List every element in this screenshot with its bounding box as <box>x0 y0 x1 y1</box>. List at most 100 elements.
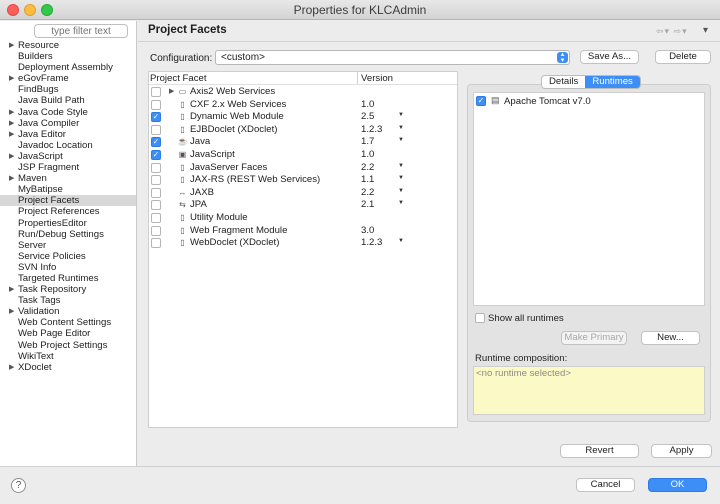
version-dropdown-icon[interactable]: ▼ <box>398 137 404 143</box>
expand-arrow-icon[interactable]: ▶ <box>169 87 174 95</box>
sidebar-item-web-page-editor[interactable]: Web Page Editor <box>0 328 136 339</box>
facet-row[interactable]: ▯ Utility Module <box>149 212 457 225</box>
sidebar-item-server[interactable]: Server <box>0 240 136 251</box>
facet-row[interactable]: ✓ ▯ Dynamic Web Module 2.5 ▼ <box>149 111 457 124</box>
sidebar-item-java-code-style[interactable]: ▶ Java Code Style <box>0 107 136 118</box>
sidebar-item-egovframe[interactable]: ▶ eGovFrame <box>0 73 136 84</box>
facet-checkbox[interactable] <box>151 213 161 223</box>
expand-arrow-icon[interactable]: ▶ <box>9 118 14 129</box>
runtime-name[interactable]: Apache Tomcat v7.0 <box>504 96 591 107</box>
sidebar-item-javascript[interactable]: ▶ JavaScript <box>0 151 136 162</box>
sidebar-item-java-build-path[interactable]: Java Build Path <box>0 95 136 106</box>
facet-checkbox[interactable] <box>151 99 161 110</box>
expand-arrow-icon[interactable]: ▶ <box>9 107 14 118</box>
version-dropdown-icon[interactable]: ▼ <box>398 200 404 206</box>
facet-version[interactable]: 2.2 <box>361 187 374 198</box>
new-runtime-button[interactable]: New... <box>641 331 700 345</box>
revert-button[interactable]: Revert <box>560 444 639 458</box>
expand-arrow-icon[interactable]: ▶ <box>9 284 14 295</box>
version-dropdown-icon[interactable]: ▼ <box>398 112 404 118</box>
facet-checkbox[interactable] <box>151 175 161 186</box>
cancel-button[interactable]: Cancel <box>576 478 635 492</box>
sidebar-item-project-references[interactable]: Project References <box>0 206 136 217</box>
sidebar-item-run-debug-settings[interactable]: Run/Debug Settings <box>0 229 136 240</box>
version-dropdown-icon[interactable]: ▼ <box>398 125 404 131</box>
sidebar-item-resource[interactable]: ▶ Resource <box>0 40 136 51</box>
facet-row[interactable]: ▯ CXF 2.x Web Services 1.0 <box>149 99 457 112</box>
runtime-checkbox[interactable]: ✓ <box>476 96 486 106</box>
facet-checkbox[interactable] <box>151 124 161 135</box>
facet-row[interactable]: ⇆ JPA 2.1 ▼ <box>149 199 457 212</box>
facet-version[interactable]: 1.7 <box>361 136 374 147</box>
facet-checkbox[interactable] <box>151 87 161 97</box>
sidebar-item-svn-info[interactable]: SVN Info <box>0 262 136 273</box>
sidebar-item-task-repository[interactable]: ▶ Task Repository <box>0 284 136 295</box>
sidebar-item-jsp-fragment[interactable]: JSP Fragment <box>0 162 136 173</box>
facet-checkbox[interactable]: ✓ <box>151 112 161 123</box>
view-menu-icon[interactable]: ▾ <box>703 25 708 36</box>
sidebar-item-web-content-settings[interactable]: Web Content Settings <box>0 317 136 328</box>
expand-arrow-icon[interactable]: ▶ <box>9 151 14 162</box>
make-primary-button[interactable]: Make Primary <box>561 331 627 345</box>
configuration-select[interactable]: <custom> ▴ ▾ <box>215 50 570 65</box>
version-dropdown-icon[interactable]: ▼ <box>398 175 404 181</box>
delete-button[interactable]: Delete <box>655 50 711 64</box>
expand-arrow-icon[interactable]: ▶ <box>9 306 14 317</box>
facet-row[interactable]: ✓ ▣ JavaScript 1.0 <box>149 149 457 162</box>
expand-arrow-icon[interactable]: ▶ <box>9 129 14 140</box>
sidebar-item-wikitext[interactable]: WikiText <box>0 351 136 362</box>
facet-version[interactable]: 1.2.3 <box>361 237 382 248</box>
facet-row[interactable]: ▯ JAX-RS (REST Web Services) 1.1 ▼ <box>149 174 457 187</box>
sidebar-item-deployment-assembly[interactable]: Deployment Assembly <box>0 62 136 73</box>
facet-checkbox[interactable] <box>151 200 161 211</box>
sidebar-item-java-editor[interactable]: ▶ Java Editor <box>0 129 136 140</box>
facet-checkbox[interactable]: ✓ <box>151 150 161 160</box>
back-arrow-icon[interactable]: ⇦▾ <box>656 26 670 36</box>
sidebar-item-targeted-runtimes[interactable]: Targeted Runtimes <box>0 273 136 284</box>
expand-arrow-icon[interactable]: ▶ <box>9 40 14 51</box>
filter-input[interactable] <box>34 24 128 38</box>
expand-arrow-icon[interactable]: ▶ <box>9 173 14 184</box>
version-dropdown-icon[interactable]: ▼ <box>398 188 404 194</box>
version-dropdown-icon[interactable]: ▼ <box>398 163 404 169</box>
sidebar-item-javadoc-location[interactable]: Javadoc Location <box>0 140 136 151</box>
show-all-runtimes-label[interactable]: Show all runtimes <box>488 313 564 324</box>
sidebar-item-propertieseditor[interactable]: PropertiesEditor <box>0 218 136 229</box>
help-icon[interactable]: ? <box>11 478 26 493</box>
sidebar-item-web-project-settings[interactable]: Web Project Settings <box>0 340 136 351</box>
expand-arrow-icon[interactable]: ▶ <box>9 73 14 84</box>
facet-row[interactable]: ▯ WebDoclet (XDoclet) 1.2.3 ▼ <box>149 237 457 250</box>
facet-row[interactable]: ▯ JavaServer Faces 2.2 ▼ <box>149 162 457 175</box>
sidebar-item-xdoclet[interactable]: ▶ XDoclet <box>0 362 136 373</box>
forward-arrow-icon[interactable]: ⇨▾ <box>674 26 688 36</box>
facet-checkbox[interactable] <box>151 238 161 249</box>
facet-checkbox[interactable] <box>151 225 161 236</box>
column-header-version[interactable]: Version <box>361 73 393 84</box>
sidebar-item-maven[interactable]: ▶ Maven <box>0 173 136 184</box>
sidebar-item-java-compiler[interactable]: ▶ Java Compiler <box>0 118 136 129</box>
facet-row[interactable]: ▯ EJBDoclet (XDoclet) 1.2.3 ▼ <box>149 124 457 137</box>
facet-row[interactable]: ↔ JAXB 2.2 ▼ <box>149 187 457 200</box>
column-header-facet[interactable]: Project Facet <box>150 73 207 84</box>
sidebar-item-project-facets[interactable]: Project Facets <box>0 195 136 207</box>
show-all-runtimes-checkbox[interactable] <box>475 313 485 323</box>
facet-version[interactable]: 2.2 <box>361 162 374 173</box>
facet-version[interactable]: 1.2.3 <box>361 124 382 135</box>
sidebar-item-validation[interactable]: ▶ Validation <box>0 306 136 317</box>
facet-checkbox[interactable]: ✓ <box>151 137 161 148</box>
facet-version[interactable]: 2.1 <box>361 199 374 210</box>
facet-version[interactable]: 1.1 <box>361 174 374 185</box>
tab-runtimes[interactable]: Runtimes <box>585 76 640 88</box>
apply-button[interactable]: Apply <box>651 444 712 458</box>
ok-button[interactable]: OK <box>648 478 707 492</box>
save-as-button[interactable]: Save As... <box>580 50 639 64</box>
sidebar-item-builders[interactable]: Builders <box>0 51 136 62</box>
facet-checkbox[interactable] <box>151 162 161 173</box>
expand-arrow-icon[interactable]: ▶ <box>9 362 14 373</box>
sidebar-item-task-tags[interactable]: Task Tags <box>0 295 136 306</box>
sidebar-item-service-policies[interactable]: Service Policies <box>0 251 136 262</box>
facet-version[interactable]: 2.5 <box>361 111 374 122</box>
sidebar-item-findbugs[interactable]: FindBugs <box>0 84 136 95</box>
sidebar-item-mybatipse[interactable]: MyBatipse <box>0 184 136 195</box>
facet-checkbox[interactable] <box>151 187 161 198</box>
